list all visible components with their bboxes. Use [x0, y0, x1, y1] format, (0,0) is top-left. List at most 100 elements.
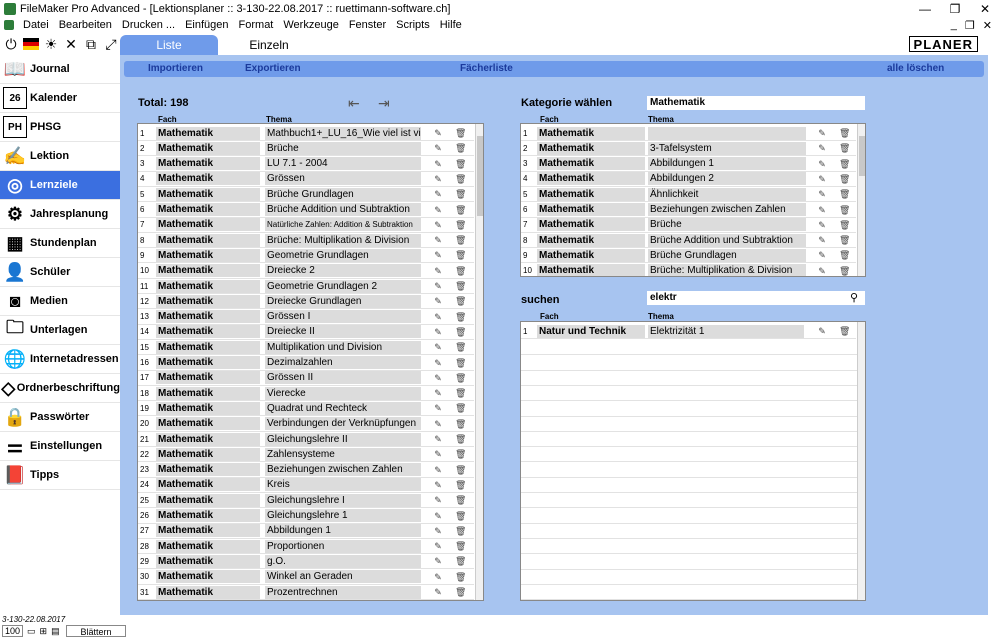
- delete-icon[interactable]: 🗑: [839, 174, 850, 184]
- sidebar-item-jahresplanung[interactable]: ⚙ Jahresplanung: [0, 200, 120, 229]
- edit-icon[interactable]: ✎: [433, 358, 443, 368]
- mode-selector[interactable]: Blättern: [66, 625, 126, 637]
- menu-item[interactable]: Einfügen: [180, 19, 233, 31]
- delete-icon[interactable]: 🗑: [839, 205, 850, 215]
- table-row[interactable]: 6 Mathematik Beziehungen zwischen Zahlen ✎ 🗑: [521, 203, 856, 218]
- delete-icon[interactable]: 🗑: [455, 266, 466, 276]
- table-row[interactable]: 31 Mathematik Prozentrechnen ✎ 🗑: [138, 585, 474, 600]
- fach-cell[interactable]: Mathematik: [537, 248, 645, 262]
- table-row[interactable]: 9 Mathematik Geometrie Grundlagen ✎ 🗑: [138, 248, 474, 264]
- edit-icon[interactable]: ✎: [817, 189, 827, 199]
- thema-cell[interactable]: Abbildungen 1: [648, 157, 806, 171]
- table-row[interactable]: 1 Mathematik ✎ 🗑: [521, 126, 856, 141]
- edit-icon[interactable]: ✎: [433, 541, 443, 551]
- zoom-level[interactable]: 100: [2, 625, 24, 637]
- table-row[interactable]: 19 Mathematik Quadrat und Rechteck ✎ 🗑: [138, 401, 474, 417]
- table-row[interactable]: 3 Mathematik Abbildungen 1 ✎ 🗑: [521, 157, 856, 172]
- german-flag-icon[interactable]: [22, 35, 40, 53]
- delete-icon[interactable]: 🗑: [455, 465, 466, 475]
- delete-icon[interactable]: 🗑: [455, 281, 466, 291]
- delete-icon[interactable]: 🗑: [455, 143, 466, 153]
- delete-icon[interactable]: 🗑: [839, 159, 850, 169]
- delete-icon[interactable]: 🗑: [455, 587, 466, 597]
- table-row[interactable]: 8 Mathematik Brüche Addition und Subtrakti…: [521, 233, 856, 249]
- delete-icon[interactable]: 🗑: [839, 128, 850, 138]
- zoom-in-icon[interactable]: ⊞: [40, 626, 48, 637]
- thema-cell[interactable]: Abbildungen 2: [648, 172, 806, 186]
- table-row[interactable]: 25 Mathematik Gleichungslehre I ✎ 🗑: [138, 493, 474, 509]
- thema-cell[interactable]: Brüche Grundlagen: [265, 187, 421, 201]
- thema-cell[interactable]: Natürliche Zahlen: Addition & Subtraktio…: [265, 218, 421, 232]
- delete-icon[interactable]: 🗑: [839, 220, 850, 230]
- fach-cell[interactable]: Mathematik: [156, 325, 260, 339]
- edit-icon[interactable]: ✎: [433, 511, 443, 521]
- move-right-icon[interactable]: ⇥: [378, 95, 390, 112]
- delete-icon[interactable]: 🗑: [839, 250, 850, 260]
- edit-icon[interactable]: ✎: [433, 235, 443, 245]
- sidebar-item-stundenplan[interactable]: ▦ Stundenplan: [0, 229, 120, 258]
- fach-cell[interactable]: Mathematik: [156, 248, 260, 262]
- edit-icon[interactable]: ✎: [817, 220, 827, 230]
- lightbulb-icon[interactable]: ☀: [42, 35, 60, 53]
- edit-icon[interactable]: ✎: [433, 189, 443, 199]
- fach-cell[interactable]: Mathematik: [156, 310, 260, 324]
- delete-icon[interactable]: 🗑: [839, 266, 850, 276]
- delete-icon[interactable]: 🗑: [839, 143, 850, 153]
- thema-cell[interactable]: Beziehungen zwischen Zahlen: [265, 463, 421, 477]
- delete-icon[interactable]: 🗑: [455, 419, 466, 429]
- search-icon[interactable]: ⚲: [850, 291, 858, 304]
- edit-icon[interactable]: ✎: [817, 205, 827, 215]
- edit-icon[interactable]: ✎: [433, 342, 443, 352]
- delete-icon[interactable]: 🗑: [455, 572, 466, 582]
- edit-icon[interactable]: ✎: [433, 205, 443, 215]
- thema-cell[interactable]: Winkel an Geraden: [265, 570, 421, 584]
- menu-item[interactable]: Hilfe: [435, 19, 467, 31]
- sidebar-item-unterlagen[interactable]: 🗀 Unterlagen: [0, 316, 120, 345]
- fach-cell[interactable]: Mathematik: [156, 463, 260, 477]
- delete-icon[interactable]: 🗑: [455, 205, 466, 215]
- zoom-out-icon[interactable]: ▭: [27, 626, 36, 637]
- edit-icon[interactable]: ✎: [433, 419, 443, 429]
- doc-restore-button[interactable]: ❐: [965, 19, 975, 32]
- table-row[interactable]: 3 Mathematik LU 7.1 - 2004 ✎ 🗑: [138, 157, 474, 172]
- maximize-button[interactable]: ❐: [940, 2, 970, 16]
- sidebar-item-lernziele[interactable]: ◎ Lernziele: [0, 171, 120, 200]
- thema-cell[interactable]: Dezimalzahlen: [265, 356, 421, 369]
- edit-icon[interactable]: ✎: [433, 373, 443, 383]
- menu-item[interactable]: Drucken ...: [117, 19, 180, 31]
- delete-icon[interactable]: 🗑: [455, 235, 466, 245]
- fach-cell[interactable]: Mathematik: [156, 264, 260, 278]
- thema-cell[interactable]: 3-Tafelsystem: [648, 141, 806, 155]
- table-row[interactable]: 17 Mathematik Grössen II ✎ 🗑: [138, 371, 474, 386]
- delete-icon[interactable]: 🗑: [455, 342, 466, 352]
- fach-cell[interactable]: Mathematik: [156, 294, 260, 308]
- thema-cell[interactable]: Brüche: [265, 141, 421, 155]
- thema-cell[interactable]: Proportionen: [265, 539, 421, 553]
- delete-icon[interactable]: 🗑: [455, 189, 466, 199]
- edit-icon[interactable]: ✎: [433, 587, 443, 597]
- thema-cell[interactable]: Verbindungen der Verknüpfungen: [265, 417, 421, 431]
- delete-icon[interactable]: 🗑: [455, 480, 466, 490]
- table-row[interactable]: 23 Mathematik Beziehungen zwischen Zahlen ✎…: [138, 463, 474, 478]
- sidebar-item-medien[interactable]: ◙ Medien: [0, 287, 120, 316]
- fach-cell[interactable]: Mathematik: [537, 141, 645, 155]
- thema-cell[interactable]: Grössen I: [265, 310, 421, 324]
- fach-cell[interactable]: Mathematik: [156, 570, 260, 584]
- delete-icon[interactable]: 🗑: [455, 358, 466, 368]
- thema-cell[interactable]: Vierecke: [265, 386, 421, 400]
- fach-cell[interactable]: Mathematik: [156, 417, 260, 431]
- table-row[interactable]: 5 Mathematik Brüche Grundlagen ✎ 🗑: [138, 187, 474, 203]
- table-row[interactable]: 10 Mathematik Brüche: Multiplikation & Div…: [521, 264, 856, 276]
- delete-icon[interactable]: 🗑: [455, 296, 466, 306]
- tab-liste[interactable]: Liste: [120, 35, 218, 55]
- sidebar-item-internetadressen[interactable]: 🌐 Internetadressen: [0, 345, 120, 374]
- fach-cell[interactable]: Mathematik: [156, 493, 260, 507]
- sidebar-item-passwörter[interactable]: 🔒 Passwörter: [0, 403, 120, 432]
- fach-cell[interactable]: Mathematik: [156, 126, 260, 140]
- fach-cell[interactable]: Mathematik: [156, 203, 260, 216]
- thema-cell[interactable]: Brüche: [648, 218, 806, 232]
- fach-cell[interactable]: Mathematik: [156, 187, 260, 201]
- fach-cell[interactable]: Mathematik: [156, 554, 260, 568]
- thema-cell[interactable]: Dreiecke Grundlagen: [265, 294, 421, 308]
- delete-icon[interactable]: 🗑: [455, 373, 466, 383]
